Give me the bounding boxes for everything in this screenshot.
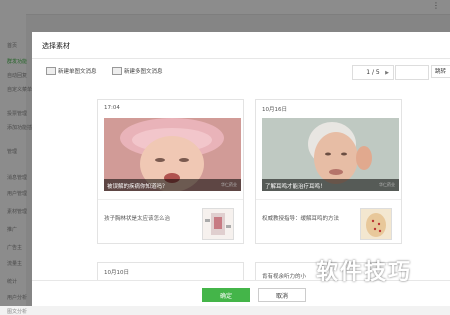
cover-watermark: 华仁药业 xyxy=(221,182,237,187)
card-date: 17:04 xyxy=(104,105,120,111)
sidebar-item[interactable]: 图文分析 xyxy=(7,308,27,315)
card-divider xyxy=(256,199,401,200)
sub-article-thumbnail xyxy=(202,208,234,240)
cover-caption-bar: 被误解的疾病你知道吗？ 华仁药业 xyxy=(104,179,241,191)
sub-article-title: 肯有视余听力的小 xyxy=(262,274,307,280)
new-single-article-button[interactable]: 新建单图文消息 xyxy=(46,67,97,75)
sub-article-title: 权威教授指导：缓解耳鸣的方法 xyxy=(262,216,340,222)
page-indicator[interactable]: 1 / 5 ▶ xyxy=(352,65,394,80)
page-indicator-text: 1 / 5 xyxy=(366,69,380,76)
new-multi-article-button[interactable]: 新建多图文消息 xyxy=(112,67,163,75)
sub-article-title: 孩子胸林状是太应该怎么治 xyxy=(104,216,171,222)
dialog-title: 选择素材 xyxy=(42,42,70,50)
cover-image: 了解耳鸣才能治疗耳鸣！ 华仁药业 xyxy=(262,118,399,191)
dialog-toolbar: 新建单图文消息 新建多图文消息 1 / 5 ▶ 跳转 xyxy=(32,59,450,89)
dialog-header: 选择素材 xyxy=(32,32,450,59)
next-page-icon[interactable]: ▶ xyxy=(385,70,389,76)
page-jump-button[interactable]: 跳转 xyxy=(431,65,450,78)
new-multi-label: 新建多图文消息 xyxy=(124,69,163,75)
page-jump-input[interactable] xyxy=(395,65,429,80)
sub-article-thumbnail xyxy=(360,208,392,240)
image-icon xyxy=(112,67,122,75)
cover-image: 被误解的疾病你知道吗？ 华仁药业 xyxy=(104,118,241,191)
cover-caption: 被误解的疾病你知道吗？ xyxy=(107,184,168,190)
card-divider xyxy=(98,199,243,200)
cover-caption-bar: 了解耳鸣才能治疗耳鸣！ 华仁药业 xyxy=(262,179,399,191)
brand-watermark: 软件技巧 xyxy=(316,260,413,285)
new-single-label: 新建单图文消息 xyxy=(58,69,97,75)
article-card[interactable]: 17:04 被误解的疾病你知道吗？ 华仁药业 孩子胸林状是太应该怎么治 xyxy=(97,99,244,244)
cancel-button[interactable]: 取消 xyxy=(258,288,306,302)
cover-caption: 了解耳鸣才能治疗耳鸣！ xyxy=(265,184,326,190)
article-card[interactable]: 10月16日 了解耳鸣才能治疗耳鸣！ 华仁药业 权威教授指导：缓解耳鸣的方法 xyxy=(255,99,402,244)
image-icon xyxy=(46,67,56,75)
card-date: 10月16日 xyxy=(262,107,287,113)
confirm-button[interactable]: 确定 xyxy=(202,288,250,302)
card-date: 10月10日 xyxy=(104,270,129,276)
cover-watermark: 华仁药业 xyxy=(379,182,395,187)
